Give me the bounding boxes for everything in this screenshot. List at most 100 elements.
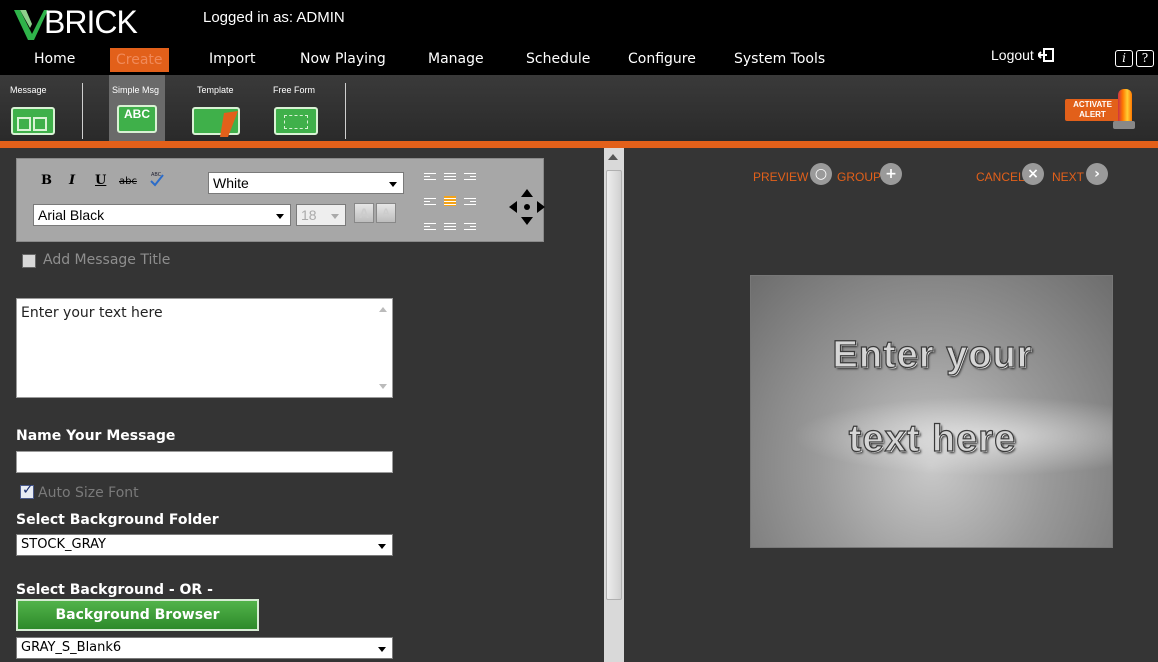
tool-template-label: Template — [197, 85, 234, 95]
preview-text-line2: text here — [848, 417, 1017, 460]
align-bottom-center-icon[interactable] — [444, 221, 456, 231]
message-editor-panel: B I U abc ABC White Arial Black 18 A A A… — [0, 148, 604, 662]
cancel-button[interactable]: CANCEL — [976, 167, 1025, 191]
nav-import[interactable]: Import — [209, 49, 255, 73]
logout-label: Logout — [991, 47, 1034, 63]
chevron-down-icon — [276, 214, 284, 219]
nav-now-playing[interactable]: Now Playing — [300, 49, 386, 73]
background-browser-button[interactable]: Background Browser — [16, 599, 259, 631]
scroll-thumb[interactable] — [606, 170, 622, 600]
align-middle-left-icon[interactable] — [424, 196, 436, 206]
underline-button[interactable]: U — [95, 173, 106, 188]
tool-message[interactable]: Message — [8, 75, 63, 141]
formatting-toolbar: B I U abc ABC White Arial Black 18 A A — [16, 158, 547, 242]
accent-divider — [0, 141, 1158, 148]
logout-button[interactable]: Logout — [991, 47, 1054, 63]
activate-label-line2: ALERT — [1079, 110, 1106, 119]
panel-scrollbar[interactable] — [604, 148, 624, 662]
bold-button[interactable]: B — [41, 173, 52, 188]
info-icon[interactable]: i — [1115, 50, 1133, 67]
align-top-center-icon[interactable] — [444, 171, 456, 181]
alert-light-base — [1113, 121, 1135, 129]
background-select[interactable]: GRAY_S_Blank6 — [16, 637, 393, 659]
scroll-up-icon[interactable] — [608, 154, 618, 160]
increase-font-button[interactable]: A — [354, 203, 374, 223]
nav-schedule[interactable]: Schedule — [526, 49, 590, 73]
activate-label-line1: ACTIVATE — [1073, 100, 1112, 109]
auto-size-font-label: Auto Size Font — [38, 485, 139, 501]
align-middle-right-icon[interactable] — [464, 196, 476, 206]
toolbar-divider — [82, 83, 83, 139]
template-icon — [192, 107, 240, 137]
font-color-value: White — [213, 175, 249, 191]
add-title-checkbox[interactable] — [22, 254, 36, 268]
align-top-right-icon[interactable] — [464, 171, 476, 181]
message-preview: Enter your text here — [750, 275, 1113, 548]
background-value: GRAY_S_Blank6 — [21, 640, 122, 655]
nav-configure[interactable]: Configure — [628, 49, 696, 73]
header: BRICK Logged in as: ADMIN Home Create Im… — [0, 0, 1158, 75]
logout-icon — [1036, 48, 1054, 62]
nav-create[interactable]: Create — [110, 48, 169, 72]
textarea-scrollbar[interactable] — [378, 303, 388, 393]
chevron-right-icon[interactable]: › — [1086, 163, 1108, 185]
chevron-down-icon — [389, 182, 397, 187]
preview-button[interactable]: PREVIEW — [753, 167, 808, 191]
message-name-input[interactable] — [16, 451, 393, 473]
auto-size-font-checkbox[interactable] — [20, 482, 34, 499]
next-button[interactable]: NEXT — [1052, 167, 1084, 191]
font-family-value: Arial Black — [38, 207, 105, 223]
logo-wordmark: BRICK — [44, 4, 138, 40]
bg-select-label: Select Background - OR - — [16, 582, 213, 598]
bg-folder-value: STOCK_GRAY — [21, 537, 106, 552]
tool-template[interactable]: Template — [188, 75, 248, 141]
bg-folder-select[interactable]: STOCK_GRAY — [16, 534, 393, 556]
font-size-value: 18 — [301, 207, 317, 223]
vbrick-logo: BRICK — [14, 2, 144, 42]
font-size-select[interactable]: 18 — [296, 204, 346, 226]
logged-in-label: Logged in as: ADMIN — [203, 9, 345, 26]
align-top-left-icon[interactable] — [424, 171, 436, 181]
move-arrows-icon[interactable] — [507, 187, 547, 227]
simple-msg-icon: ABC — [117, 105, 157, 133]
tool-simple-msg[interactable]: Simple Msg ABC — [109, 75, 165, 141]
preview-text-line1: Enter your — [832, 333, 1033, 376]
add-title-label: Add Message Title — [43, 252, 171, 268]
search-icon[interactable]: ○ — [810, 163, 832, 185]
group-button[interactable]: GROUP — [837, 167, 881, 191]
chevron-down-icon — [378, 647, 386, 652]
tool-message-label: Message — [10, 85, 47, 95]
nav-manage[interactable]: Manage — [428, 49, 484, 73]
name-message-label: Name Your Message — [16, 428, 176, 444]
tool-simple-msg-label: Simple Msg — [112, 85, 160, 95]
decrease-font-button[interactable]: A — [376, 203, 396, 223]
chevron-down-icon — [378, 544, 386, 549]
bg-folder-label: Select Background Folder — [16, 512, 219, 528]
message-text-input[interactable]: Enter your text here — [16, 298, 393, 398]
font-color-select[interactable]: White — [208, 172, 404, 194]
align-bottom-left-icon[interactable] — [424, 221, 436, 231]
nav-home[interactable]: Home — [34, 49, 75, 73]
alert-light-icon — [1118, 89, 1132, 123]
simple-msg-icon-text: ABC — [124, 107, 150, 121]
preview-panel: PREVIEW ○ GROUP + CANCEL × NEXT › Enter … — [624, 148, 1158, 662]
tool-free-form[interactable]: Free Form — [267, 75, 327, 141]
strikethrough-button[interactable]: abc — [119, 176, 137, 187]
main-nav: Home Create Import Now Playing Manage Sc… — [0, 45, 1158, 73]
message-icon — [11, 107, 55, 135]
app-window: BRICK Logged in as: ADMIN Home Create Im… — [0, 0, 1158, 662]
italic-button[interactable]: I — [69, 173, 75, 188]
close-icon[interactable]: × — [1022, 163, 1044, 185]
chevron-down-icon — [331, 214, 339, 219]
nav-system-tools[interactable]: System Tools — [734, 49, 825, 73]
message-text-value: Enter your text here — [21, 305, 163, 321]
help-icon[interactable]: ? — [1136, 50, 1154, 67]
free-form-icon — [274, 107, 318, 135]
activate-alert-button[interactable]: ACTIVATE ALERT — [1065, 89, 1140, 131]
plus-icon[interactable]: + — [880, 163, 902, 185]
align-bottom-right-icon[interactable] — [464, 221, 476, 231]
align-middle-center-icon[interactable] — [444, 196, 456, 206]
activate-alert-label: ACTIVATE ALERT — [1065, 99, 1120, 121]
spellcheck-icon[interactable]: ABC — [149, 171, 165, 187]
font-family-select[interactable]: Arial Black — [33, 204, 291, 226]
